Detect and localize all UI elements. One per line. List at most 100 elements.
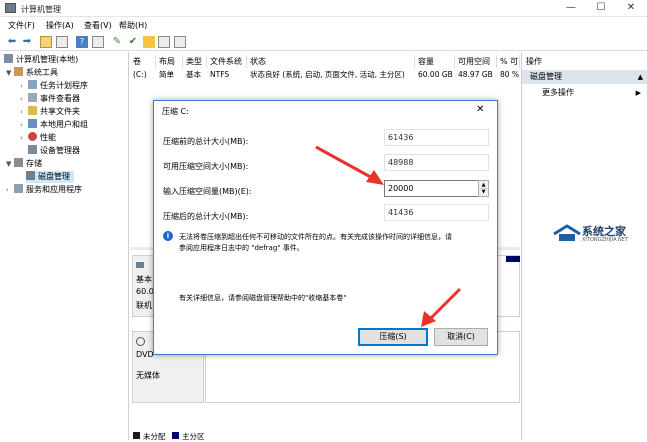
shrink-amount-stepper[interactable]: ▲ ▼ [478, 180, 489, 197]
column-header-type[interactable]: 类型 [183, 55, 207, 68]
users-icon [28, 119, 37, 128]
actions-section-disk-management[interactable]: 磁盘管理 ▲ [522, 70, 647, 84]
size-before-label: 压缩前的总计大小(MB): [163, 137, 249, 146]
tree-item-performance[interactable]: › 性能 [20, 132, 56, 144]
cell-volume[interactable]: (C:) [130, 69, 156, 80]
title-bar: 计算机管理 — ☐ ✕ [0, 0, 647, 17]
actions-pane: 操作 磁盘管理 ▲ 更多操作 ▶ [521, 52, 647, 440]
chevron-down-icon[interactable]: ▼ [6, 67, 14, 79]
column-header-volume[interactable]: 卷 [130, 55, 156, 68]
tree-item-system-tools[interactable]: ▼ 系统工具 [6, 67, 58, 79]
dvd-status: 无媒体 [136, 371, 160, 380]
disk-icon [136, 262, 144, 268]
legend-primary: 主分区 [182, 432, 205, 441]
clock-icon [28, 80, 37, 89]
minimize-button[interactable]: — [557, 0, 585, 17]
cell-percent-free: 80 % [500, 70, 520, 79]
maximize-button[interactable]: ☐ [587, 0, 615, 17]
legend-unallocated: 未分配 [143, 432, 166, 441]
chevron-right-icon[interactable]: › [20, 80, 28, 92]
forward-arrow-icon[interactable]: ➡ [21, 36, 33, 48]
info-icon: i [163, 231, 173, 241]
search-icon[interactable] [158, 36, 170, 48]
navigation-tree: 计算机管理(本地) ▼ 系统工具 › 任务计划程序 › 事件查看器 › 共享文件夹 › 本… [0, 52, 129, 440]
primary-partition-swatch [172, 432, 179, 439]
tree-item-local-users[interactable]: › 本地用户和组 [20, 119, 88, 131]
shared-folder-icon [28, 106, 37, 115]
size-after-value: 41436 [384, 204, 489, 221]
new-icon[interactable] [143, 36, 155, 48]
tree-item-event-viewer[interactable]: › 事件查看器 [20, 93, 80, 105]
disk-0-type: 基本 [136, 275, 152, 284]
show-tree-icon[interactable] [56, 36, 68, 48]
toolbar: ⬅ ➡ ? ✎ ✔ [0, 33, 647, 51]
view-icon[interactable] [174, 36, 186, 48]
disk-0-partition-bar [506, 256, 520, 262]
dvd-icon [136, 337, 145, 346]
help-text: 有关详细信息，请参阅磁盘管理帮助中的"收缩基本卷" [179, 294, 347, 302]
menu-action[interactable]: 操作(A) [46, 20, 74, 31]
size-before-value: 61436 [384, 129, 489, 146]
actions-section-label: 磁盘管理 [530, 72, 562, 81]
chevron-right-icon[interactable]: › [20, 132, 28, 144]
column-header-layout[interactable]: 布局 [156, 55, 183, 68]
more-actions-label: 更多操作 [542, 88, 574, 97]
actions-header: 操作 [526, 57, 542, 66]
dialog-close-button[interactable]: ✕ [476, 104, 484, 115]
tree-item-disk-management[interactable]: 磁盘管理 [26, 171, 74, 183]
watermark: 系统之家 XITONGZHIJIA.NET [552, 222, 644, 246]
shrink-amount-input[interactable]: 20000 [384, 180, 479, 197]
tree-item-services[interactable]: › 服务和应用程序 [6, 184, 82, 196]
column-header-status[interactable]: 状态 [247, 55, 415, 68]
folder-up-icon[interactable] [40, 36, 52, 48]
cell-capacity: 60.00 GB [418, 70, 453, 79]
properties-icon[interactable] [92, 36, 104, 48]
shrink-button[interactable]: 压缩(S) [358, 328, 428, 346]
house-logo-icon [553, 224, 581, 241]
menu-file[interactable]: 文件(F) [8, 20, 35, 31]
chevron-right-icon[interactable]: › [20, 119, 28, 131]
column-header-free-space[interactable]: 可用空间 [455, 55, 497, 68]
back-arrow-icon[interactable]: ⬅ [6, 36, 18, 48]
dvd-label: DVD [136, 350, 154, 359]
cell-filesystem: NTFS [210, 70, 230, 79]
menu-view[interactable]: 查看(V) [84, 20, 112, 31]
column-header-percent-free[interactable]: % 可 [497, 55, 520, 68]
chevron-right-icon[interactable]: › [20, 106, 28, 118]
close-button[interactable]: ✕ [617, 0, 645, 17]
tree-item-device-manager[interactable]: 设备管理器 [28, 145, 80, 157]
unallocated-swatch [133, 432, 140, 439]
tree-item-storage[interactable]: ▼ 存储 [6, 158, 42, 170]
more-actions-item[interactable]: 更多操作 ▶ [522, 86, 647, 100]
computer-management-icon [5, 3, 16, 13]
watermark-url: XITONGZHIJIA.NET [582, 237, 628, 243]
stepper-down-icon[interactable]: ▼ [479, 189, 488, 196]
cell-type: 基本 [186, 70, 201, 79]
disk-0-status: 联机 [136, 301, 152, 310]
menu-help[interactable]: 帮助(H) [119, 20, 147, 31]
collapse-arrow-icon[interactable]: ▲ [638, 70, 643, 84]
tree-item-root[interactable]: 计算机管理(本地) [4, 54, 78, 66]
disk-legend: 未分配 主分区 [130, 430, 520, 441]
chevron-right-icon[interactable]: › [20, 93, 28, 105]
cancel-button[interactable]: 取消(C) [434, 328, 488, 346]
connect-icon[interactable]: ✎ [111, 36, 123, 48]
dialog-title-bar: 压缩 C: ✕ [154, 101, 497, 121]
cell-layout: 简单 [159, 70, 174, 79]
chevron-down-icon[interactable]: ▼ [6, 158, 14, 170]
column-header-filesystem[interactable]: 文件系统 [207, 55, 247, 68]
performance-icon [28, 132, 37, 141]
available-shrink-label: 可用压缩空间大小(MB): [163, 162, 249, 171]
help-icon[interactable]: ? [76, 36, 88, 48]
storage-icon [14, 158, 23, 167]
menu-bar: 文件(F) 操作(A) 查看(V) 帮助(H) [0, 17, 647, 33]
available-shrink-value: 48988 [384, 154, 489, 171]
tree-item-shared-folders[interactable]: › 共享文件夹 [20, 106, 80, 118]
tree-item-task-scheduler[interactable]: › 任务计划程序 [20, 80, 88, 92]
stepper-up-icon[interactable]: ▲ [479, 181, 488, 189]
event-viewer-icon [28, 93, 37, 102]
check-icon[interactable]: ✔ [127, 36, 139, 48]
chevron-right-icon[interactable]: › [6, 184, 14, 196]
column-header-capacity[interactable]: 容量 [415, 55, 455, 68]
disk-0-size: 60.0 [136, 287, 154, 296]
